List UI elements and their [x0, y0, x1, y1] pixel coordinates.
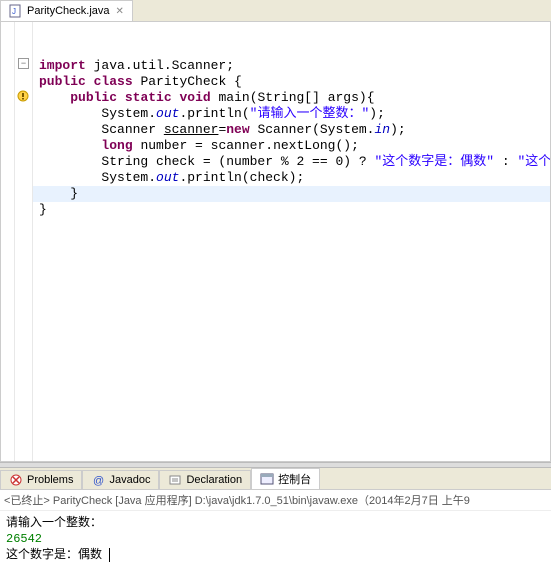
bottom-tab-bar: Problems @ Javadoc Declaration 控制台: [0, 468, 551, 490]
console-launch-info: <已终止> ParityCheck [Java 应用程序] D:\java\jd…: [0, 490, 551, 511]
console-icon: [260, 472, 274, 486]
problems-icon: [9, 473, 23, 487]
code-view[interactable]: import java.util.Scanner; public class P…: [33, 22, 550, 461]
fold-toggle-icon[interactable]: −: [18, 58, 29, 69]
console-output[interactable]: 请输入一个整数： 26542 这个数字是：偶数: [0, 511, 551, 579]
javadoc-icon: @: [91, 473, 105, 487]
gutter[interactable]: −: [15, 22, 33, 461]
editor-area: − import java.util.Scanner; public class…: [0, 22, 551, 462]
tab-javadoc-label: Javadoc: [109, 474, 150, 486]
warning-icon: [17, 90, 29, 102]
editor-tab-paritycheck[interactable]: J ParityCheck.java ✕: [0, 0, 133, 21]
tab-javadoc[interactable]: @ Javadoc: [82, 470, 159, 489]
text-caret: [102, 548, 110, 562]
svg-text:@: @: [93, 475, 104, 487]
java-file-icon: J: [9, 4, 23, 18]
tab-declaration-label: Declaration: [186, 474, 242, 486]
close-icon[interactable]: ✕: [116, 6, 124, 17]
tab-console[interactable]: 控制台: [251, 468, 320, 489]
tab-problems-label: Problems: [27, 474, 73, 486]
tab-declaration[interactable]: Declaration: [159, 470, 251, 489]
tab-console-label: 控制台: [278, 471, 311, 487]
console-user-input: 26542: [6, 531, 545, 547]
tab-problems[interactable]: Problems: [0, 470, 82, 489]
editor-tab-bar: J ParityCheck.java ✕: [0, 0, 551, 22]
overview-ruler: [1, 22, 15, 461]
console-prompt-line: 请输入一个整数：: [6, 515, 545, 531]
svg-text:J: J: [12, 7, 16, 16]
declaration-icon: [168, 473, 182, 487]
editor-tab-label: ParityCheck.java: [27, 5, 110, 17]
